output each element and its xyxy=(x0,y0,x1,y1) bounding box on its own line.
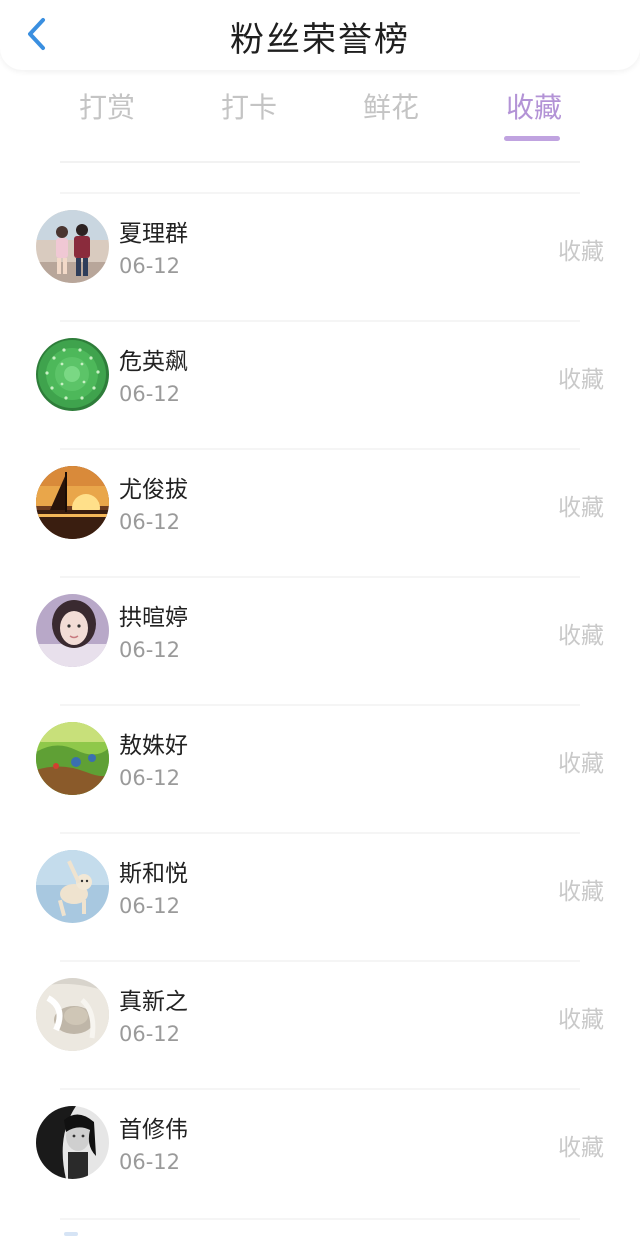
list-item[interactable]: 首修伟 06-12 收藏 xyxy=(0,1088,640,1216)
date-label: 06-12 xyxy=(119,638,181,662)
user-name: 真新之 xyxy=(119,989,188,1015)
favorite-label: 收藏 xyxy=(558,239,604,265)
favorite-label: 收藏 xyxy=(558,751,604,777)
active-tab-indicator xyxy=(504,136,560,141)
cactus-avatar xyxy=(36,338,109,411)
tab-flowers[interactable]: 鲜花 xyxy=(341,86,441,126)
next-avatar-edge xyxy=(64,1232,78,1236)
user-name: 拱暄婷 xyxy=(119,605,188,631)
user-name: 尤俊拔 xyxy=(119,477,188,503)
list-item[interactable]: 斯和悦 06-12 收藏 xyxy=(0,832,640,960)
favorite-label: 收藏 xyxy=(558,1007,604,1033)
favorite-label: 收藏 xyxy=(558,879,604,905)
favorite-label: 收藏 xyxy=(558,623,604,649)
date-label: 06-12 xyxy=(119,382,181,406)
user-name: 夏理群 xyxy=(119,221,188,247)
date-label: 06-12 xyxy=(119,894,181,918)
date-label: 06-12 xyxy=(119,1022,181,1046)
tab-checkin[interactable]: 打卡 xyxy=(199,86,299,126)
user-name: 首修伟 xyxy=(119,1117,188,1143)
girl-portrait-avatar xyxy=(36,594,109,667)
favorite-label: 收藏 xyxy=(558,495,604,521)
bw-portrait-avatar xyxy=(36,1106,109,1179)
list-item[interactable]: 拱暄婷 06-12 收藏 xyxy=(0,576,640,704)
date-label: 06-12 xyxy=(119,254,181,278)
date-label: 06-12 xyxy=(119,510,181,534)
favorite-label: 收藏 xyxy=(558,367,604,393)
list-item[interactable]: 夏理群 06-12 收藏 xyxy=(0,192,640,320)
dancing-cat-avatar xyxy=(36,850,109,923)
list-item[interactable]: 尤俊拔 06-12 收藏 xyxy=(0,448,640,576)
tab-bar: 打赏 打卡 鲜花 收藏 xyxy=(0,82,640,142)
tab-favorites[interactable]: 收藏 xyxy=(484,86,584,141)
favorite-label: 收藏 xyxy=(558,1135,604,1161)
couple-photo-avatar xyxy=(36,210,109,283)
fan-list: 夏理群 06-12 收藏 危英飙 06-12 收藏 尤俊拔 06-12 收藏 拱… xyxy=(0,192,640,1216)
tab-reward[interactable]: 打赏 xyxy=(57,86,157,126)
sleeping-kitten-avatar xyxy=(36,978,109,1051)
tab-favorites-label: 收藏 xyxy=(505,91,562,124)
page-title: 粉丝荣誉榜 xyxy=(230,20,410,60)
user-name: 斯和悦 xyxy=(119,861,188,887)
list-item[interactable]: 敖姝好 06-12 收藏 xyxy=(0,704,640,832)
list-item[interactable]: 真新之 06-12 收藏 xyxy=(0,960,640,1088)
user-name: 敖姝好 xyxy=(119,733,188,759)
game-landscape-avatar xyxy=(36,722,109,795)
date-label: 06-12 xyxy=(119,1150,181,1174)
sunset-sailboat-avatar xyxy=(36,466,109,539)
list-divider xyxy=(60,1218,580,1220)
list-item[interactable]: 危英飙 06-12 收藏 xyxy=(0,320,640,448)
tab-divider xyxy=(60,161,580,163)
date-label: 06-12 xyxy=(119,766,181,790)
user-name: 危英飙 xyxy=(119,349,188,375)
top-bar: 粉丝荣誉榜 xyxy=(0,0,640,70)
